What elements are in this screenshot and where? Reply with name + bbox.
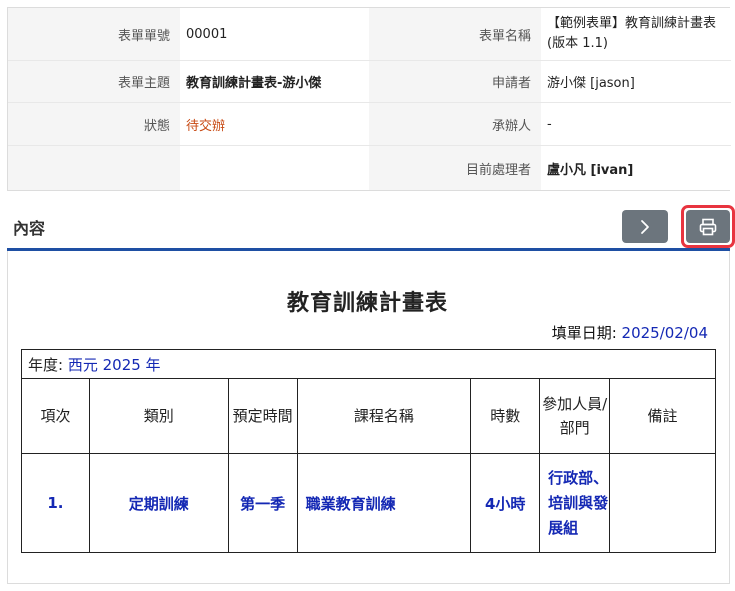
fill-date: 填單日期: 2025/02/04 [552, 322, 708, 343]
next-button[interactable] [622, 210, 668, 243]
col-header: 參加人員/部門 [539, 378, 611, 454]
row-category: 定期訓練 [88, 453, 229, 553]
handler-label: 承辦人 [369, 103, 541, 146]
status-label: 狀態 [8, 103, 180, 146]
col-header: 備註 [609, 378, 716, 454]
empty-label [8, 146, 180, 190]
col-header: 項次 [21, 378, 90, 454]
current-handler-value: 盧小凡 [ivan] [541, 146, 731, 190]
form-name-label: 表單名稱 [369, 8, 541, 61]
current-handler-label: 目前處理者 [369, 146, 541, 190]
year-cell: 年度: 西元 2025 年 [21, 349, 716, 379]
form-no-label: 表單單號 [8, 8, 180, 61]
year-value: 西元 2025 年 [67, 355, 161, 374]
empty-value [180, 146, 369, 190]
fill-date-label: 填單日期: [551, 324, 617, 342]
col-header: 課程名稱 [296, 378, 472, 454]
row-dept: 行政部、培訓與發展組 [539, 453, 611, 553]
col-header: 預定時間 [227, 378, 298, 454]
form-info-table: 表單單號 00001 表單名稱 【範例表單】教育訓練計畫表 (版本 1.1) 表… [7, 7, 731, 191]
print-button[interactable] [686, 210, 730, 243]
status-badge: 待交辦 [180, 103, 369, 146]
document-title: 教育訓練計畫表 [286, 291, 448, 316]
form-no-value: 00001 [180, 8, 369, 61]
form-name-value: 【範例表單】教育訓練計畫表 (版本 1.1) [541, 8, 731, 61]
applicant-label: 申請者 [369, 61, 541, 103]
handler-value: - [541, 103, 731, 146]
fill-date-value: 2025/02/04 [621, 324, 708, 342]
applicant-value: 游小傑 [jason] [541, 61, 731, 103]
row-note [609, 453, 716, 553]
row-hours: 4小時 [470, 453, 541, 553]
subject-value: 教育訓練計畫表-游小傑 [180, 61, 369, 103]
subject-label: 表單主題 [8, 61, 180, 103]
col-header: 時數 [470, 378, 541, 454]
year-label: 年度: [28, 355, 64, 374]
course-table: 年度: 西元 2025 年 項次 類別 預定時間 課程名稱 時數 參加人員/部門… [21, 349, 716, 553]
row-course: 職業教育訓練 [296, 453, 472, 553]
section-title: 內容 [13, 219, 46, 238]
row-schedule: 第一季 [227, 453, 298, 553]
table-row: 1. 定期訓練 第一季 職業教育訓練 4小時 行政部、培訓與發展組 [21, 453, 716, 553]
chevron-right-icon [641, 219, 649, 234]
col-header: 類別 [88, 378, 229, 454]
printer-icon [699, 218, 717, 235]
row-no: 1. [21, 453, 90, 553]
table-header-row: 項次 類別 預定時間 課程名稱 時數 參加人員/部門 備註 [21, 378, 716, 454]
